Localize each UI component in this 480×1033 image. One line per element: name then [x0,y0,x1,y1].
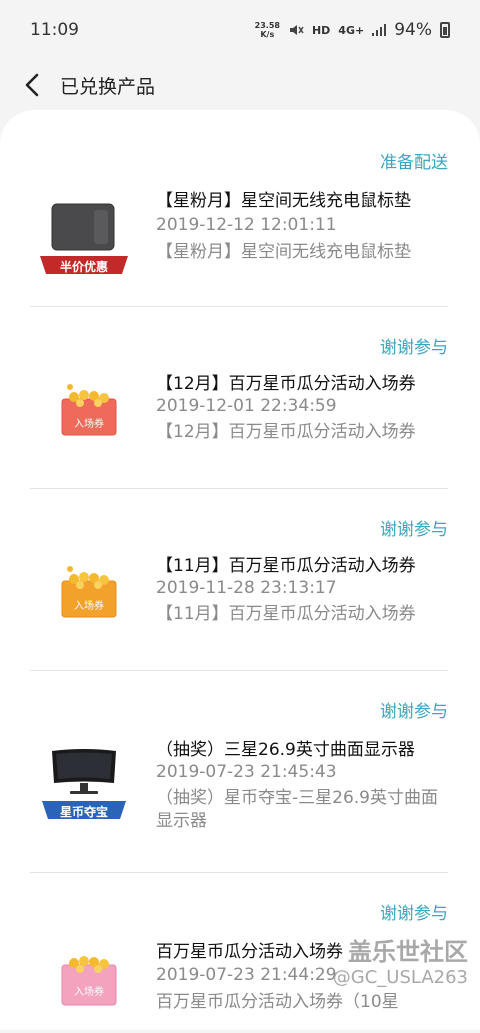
list-item[interactable]: 谢谢参与 入场券 【12月】百万星币瓜分活动入场券 2019-12-01 22:… [30,307,448,489]
mute-icon [289,25,304,35]
chevron-left-icon [25,73,39,97]
product-name: 【12月】百万星币瓜分活动入场券 [156,374,416,394]
exchange-date: 2019-07-23 21:45:43 [156,762,337,782]
exchange-date: 2019-07-23 21:44:29 [156,965,337,985]
net-speed: 23.58 K/s [254,21,280,39]
product-description: 【11月】百万星币瓜分活动入场券 [156,604,416,624]
product-name: 【11月】百万星币瓜分活动入场券 [156,556,416,576]
network-type-icon: 4G+ [338,23,365,37]
list-item[interactable]: 谢谢参与 星币夺宝 （抽奖）三星26.9英寸曲面显示器 2019-07-23 2… [30,671,448,873]
item-status: 准备配送 [380,153,448,173]
product-description: 【星粉月】星空间无线充电鼠标垫 [156,242,411,262]
product-name: 百万星币瓜分活动入场券 [156,942,343,962]
list-item[interactable]: 准备配送 半价优惠 【星粉月】星空间无线充电鼠标垫 2019-12-12 12:… [30,110,448,307]
product-badge: 半价优惠 [59,260,108,274]
watermark-user: @GC_USLA263 [332,967,468,988]
hd-icon: HD [311,23,331,37]
product-badge: 星币夺宝 [59,805,108,819]
back-button[interactable] [12,65,52,105]
product-image-ticket: 入场券 [38,377,130,461]
product-name: 【星粉月】星空间无线充电鼠标垫 [156,191,411,211]
item-status: 谢谢参与 [380,520,448,540]
signal-icon [372,24,387,36]
status-bar: 11:09 23.58 K/s HD 4G+ 94% [0,0,480,60]
exchange-date: 2019-12-01 22:34:59 [156,396,337,416]
ticket-label: 入场券 [74,601,104,612]
product-list: 准备配送 半价优惠 【星粉月】星空间无线充电鼠标垫 2019-12-12 12:… [0,110,480,1030]
exchange-date: 2019-12-12 12:01:11 [156,215,337,235]
exchange-date: 2019-11-28 23:13:17 [156,578,337,598]
item-status: 谢谢参与 [380,702,448,722]
product-description: 【12月】百万星币瓜分活动入场券 [156,422,416,442]
product-image-mousepad: 半价优惠 [38,198,130,282]
battery-icon [440,22,450,38]
product-description: （抽奖）星币夺宝-三星26.9英寸曲面显示器 [156,788,438,831]
battery-percent: 94% [394,20,432,40]
status-time: 11:09 [30,20,79,40]
status-icons: 23.58 K/s HD 4G+ 94% [255,20,450,40]
product-name: （抽奖）三星26.9英寸曲面显示器 [156,740,415,760]
product-image-ticket: 入场券 [38,559,130,643]
list-item[interactable]: 谢谢参与 入场券 【11月】百万星币瓜分活动入场券 2019-11-28 23:… [30,489,448,671]
ticket-label: 入场券 [74,987,104,998]
watermark-title: 盖乐世社区 [348,938,468,966]
item-status: 谢谢参与 [380,338,448,358]
item-status: 谢谢参与 [380,904,448,924]
product-description: 百万星币瓜分活动入场券（10星 [156,992,399,1012]
ticket-label: 入场券 [74,419,104,430]
app-header: 已兑换产品 [0,60,480,110]
product-image-ticket: 入场券 [38,943,130,1027]
page-title: 已兑换产品 [60,75,156,98]
product-image-monitor: 星币夺宝 [38,743,130,827]
